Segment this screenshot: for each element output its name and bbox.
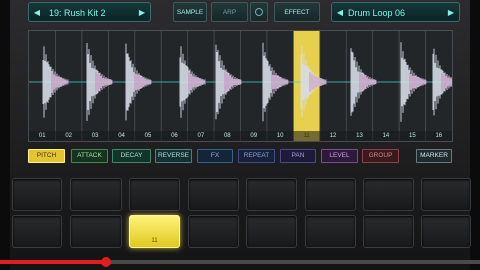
kit-selector[interactable]: ◀ 19: Rush Kit 2 ▶ bbox=[28, 2, 151, 22]
reverse-button[interactable]: REVERSE bbox=[155, 149, 192, 163]
kit-name: 19: Rush Kit 2 bbox=[49, 8, 106, 18]
slice-index-label[interactable]: 16 bbox=[426, 131, 452, 141]
progress-fill bbox=[0, 260, 106, 264]
slice-index-label[interactable]: 05 bbox=[135, 131, 161, 141]
pad[interactable] bbox=[12, 215, 62, 248]
slice-index-label[interactable]: 06 bbox=[161, 131, 187, 141]
arp-button[interactable]: ARP bbox=[211, 2, 248, 22]
slice-index-label[interactable]: 13 bbox=[346, 131, 372, 141]
top-bar: ◀ 19: Rush Kit 2 ▶ SAMPLE ARP EFFECT ◀ D… bbox=[28, 2, 460, 24]
loop-name: Drum Loop 06 bbox=[348, 8, 406, 18]
pad[interactable] bbox=[363, 215, 414, 248]
right-bezel bbox=[470, 0, 480, 270]
pad[interactable] bbox=[421, 215, 471, 248]
sample-button[interactable]: SAMPLE bbox=[173, 2, 207, 22]
slice-index-label[interactable]: 04 bbox=[108, 131, 134, 141]
slice-index-label[interactable]: 12 bbox=[320, 131, 346, 141]
triangle-left-icon[interactable]: ◀ bbox=[334, 3, 346, 23]
pad-active[interactable]: 11 bbox=[129, 215, 180, 248]
slice-index-label[interactable]: 07 bbox=[188, 131, 214, 141]
pad[interactable] bbox=[305, 215, 356, 248]
pad[interactable] bbox=[246, 178, 297, 211]
waveform-editor[interactable]: 01 02 03 04 05 06 07 08 09 10 11 12 13 14 15 16 bbox=[28, 30, 453, 142]
marker-button[interactable]: MARKER bbox=[416, 149, 452, 163]
attack-button[interactable]: ATTACK bbox=[71, 149, 108, 163]
slice-index-label[interactable]: 08 bbox=[214, 131, 240, 141]
pad[interactable] bbox=[188, 215, 239, 248]
group-button[interactable]: GROUP bbox=[362, 149, 399, 163]
circle-icon bbox=[255, 8, 263, 16]
pad[interactable] bbox=[12, 178, 62, 211]
left-bezel bbox=[0, 0, 10, 270]
slice-index-label[interactable]: 10 bbox=[267, 131, 293, 141]
progress-knob[interactable] bbox=[100, 257, 111, 267]
waveform-display[interactable] bbox=[29, 31, 452, 141]
pad[interactable] bbox=[70, 215, 122, 248]
pitch-button[interactable]: PITCH bbox=[28, 149, 65, 163]
slice-index-label[interactable]: 09 bbox=[241, 131, 267, 141]
effect-button[interactable]: EFFECT bbox=[274, 2, 320, 22]
pad[interactable] bbox=[421, 178, 471, 211]
pad-label: 11 bbox=[151, 238, 158, 244]
loop-selector[interactable]: ◀ Drum Loop 06 ▶ bbox=[331, 2, 460, 22]
pad[interactable] bbox=[188, 178, 239, 211]
pad[interactable] bbox=[246, 215, 297, 248]
triangle-right-icon[interactable]: ▶ bbox=[445, 3, 457, 23]
repeat-button[interactable]: REPEAT bbox=[238, 149, 275, 163]
slice-index-label[interactable]: 15 bbox=[399, 131, 425, 141]
video-progress-bar[interactable] bbox=[0, 257, 480, 267]
arp-toggle[interactable] bbox=[250, 2, 268, 22]
pad[interactable] bbox=[70, 178, 122, 211]
decay-button[interactable]: DECAY bbox=[112, 149, 151, 163]
slice-index-label[interactable]: 03 bbox=[82, 131, 108, 141]
slice-index-label[interactable]: 01 bbox=[29, 131, 55, 141]
slice-index-label[interactable]: 14 bbox=[373, 131, 399, 141]
pad[interactable] bbox=[129, 178, 180, 211]
pad[interactable] bbox=[305, 178, 356, 211]
level-button[interactable]: LEVEL bbox=[321, 149, 358, 163]
pad[interactable] bbox=[363, 178, 414, 211]
fx-button[interactable]: FX bbox=[197, 149, 233, 163]
triangle-left-icon[interactable]: ◀ bbox=[31, 3, 43, 23]
pan-button[interactable]: PAN bbox=[280, 149, 316, 163]
slice-index-label[interactable]: 11 bbox=[293, 131, 319, 141]
triangle-right-icon[interactable]: ▶ bbox=[136, 3, 148, 23]
slice-index-label[interactable]: 02 bbox=[55, 131, 81, 141]
